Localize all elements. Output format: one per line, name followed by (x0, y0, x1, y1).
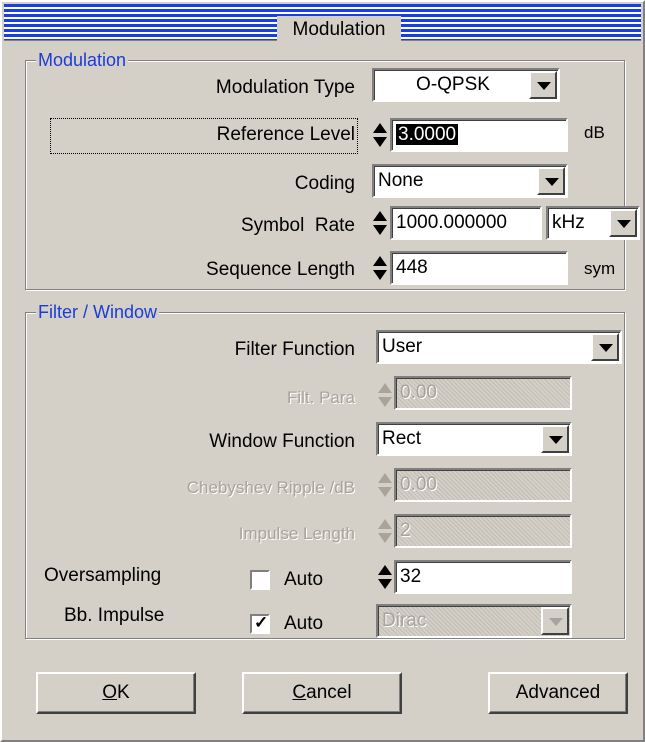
filt-para-label: Filt. Para (286, 388, 355, 407)
bb-impulse-auto-checkbox[interactable]: ✓ (250, 613, 270, 634)
chevron-down-icon[interactable] (529, 71, 557, 99)
modulation-group-title: Modulation (36, 50, 129, 70)
reference-level-input[interactable]: 3.0000 (390, 118, 568, 152)
window-title: Modulation (277, 16, 401, 44)
bb-impulse-dropdown: Dirac (376, 604, 572, 638)
reference-level-spinner-icon[interactable] (371, 120, 389, 150)
reference-level-unit: dB (584, 123, 605, 142)
checkmark-icon: ✓ (254, 613, 269, 632)
chebyshev-ripple-input: 0.00 (394, 468, 572, 502)
symbol-rate-input[interactable]: 1000.000000 (390, 206, 542, 240)
oversampling-auto-checkbox[interactable] (250, 570, 270, 590)
filter-window-group-title: Filter / Window (36, 302, 160, 322)
oversampling-spinner-icon[interactable] (376, 562, 394, 592)
chevron-down-icon[interactable] (537, 167, 565, 195)
bb-impulse-label: Bb. Impulse (64, 605, 165, 626)
filter-function-label: Filter Function (234, 339, 355, 360)
modulation-type-dropdown[interactable]: O-QPSK (372, 68, 560, 102)
oversampling-label: Oversampling (44, 565, 162, 586)
coding-dropdown[interactable]: None (372, 164, 568, 198)
impulse-length-label: Impulse Length (238, 524, 355, 543)
oversampling-auto-label: Auto (284, 569, 324, 590)
impulse-length-spinner-icon (376, 516, 394, 546)
sequence-length-unit: sym (584, 259, 616, 278)
filter-function-dropdown[interactable]: User (376, 330, 622, 364)
chevron-down-icon[interactable] (541, 425, 569, 453)
symbol-rate-label: Symbol Rate (240, 215, 355, 236)
modulation-type-label: Modulation Type (215, 77, 355, 98)
chebyshev-ripple-label: Chebyshev Ripple /dB (186, 478, 355, 497)
chevron-down-icon[interactable] (591, 333, 619, 361)
filt-para-spinner-icon (376, 380, 394, 410)
impulse-length-input: 2 (394, 514, 572, 548)
symbol-rate-spinner-icon[interactable] (371, 208, 389, 238)
window-function-dropdown[interactable]: Rect (376, 422, 572, 456)
sequence-length-spinner-icon[interactable] (371, 253, 389, 283)
symbol-rate-unit-dropdown[interactable]: kHz (546, 206, 640, 240)
bb-impulse-auto-label: Auto (284, 613, 324, 634)
ok-button[interactable]: OK (36, 672, 196, 714)
chebyshev-ripple-spinner-icon (376, 470, 394, 500)
title-bar: Modulation (4, 4, 641, 44)
window-function-label: Window Function (209, 431, 355, 452)
cancel-button[interactable]: Cancel (242, 672, 402, 714)
filt-para-input: 0.00 (394, 376, 572, 410)
sequence-length-input[interactable]: 448 (390, 251, 568, 285)
reference-level-label: Reference Level (216, 124, 355, 145)
chevron-down-icon (541, 607, 569, 635)
sequence-length-label: Sequence Length (206, 259, 355, 280)
oversampling-input[interactable]: 32 (394, 560, 572, 594)
chevron-down-icon[interactable] (609, 209, 637, 237)
advanced-button[interactable]: Advanced (488, 672, 628, 714)
coding-label: Coding (294, 173, 355, 194)
